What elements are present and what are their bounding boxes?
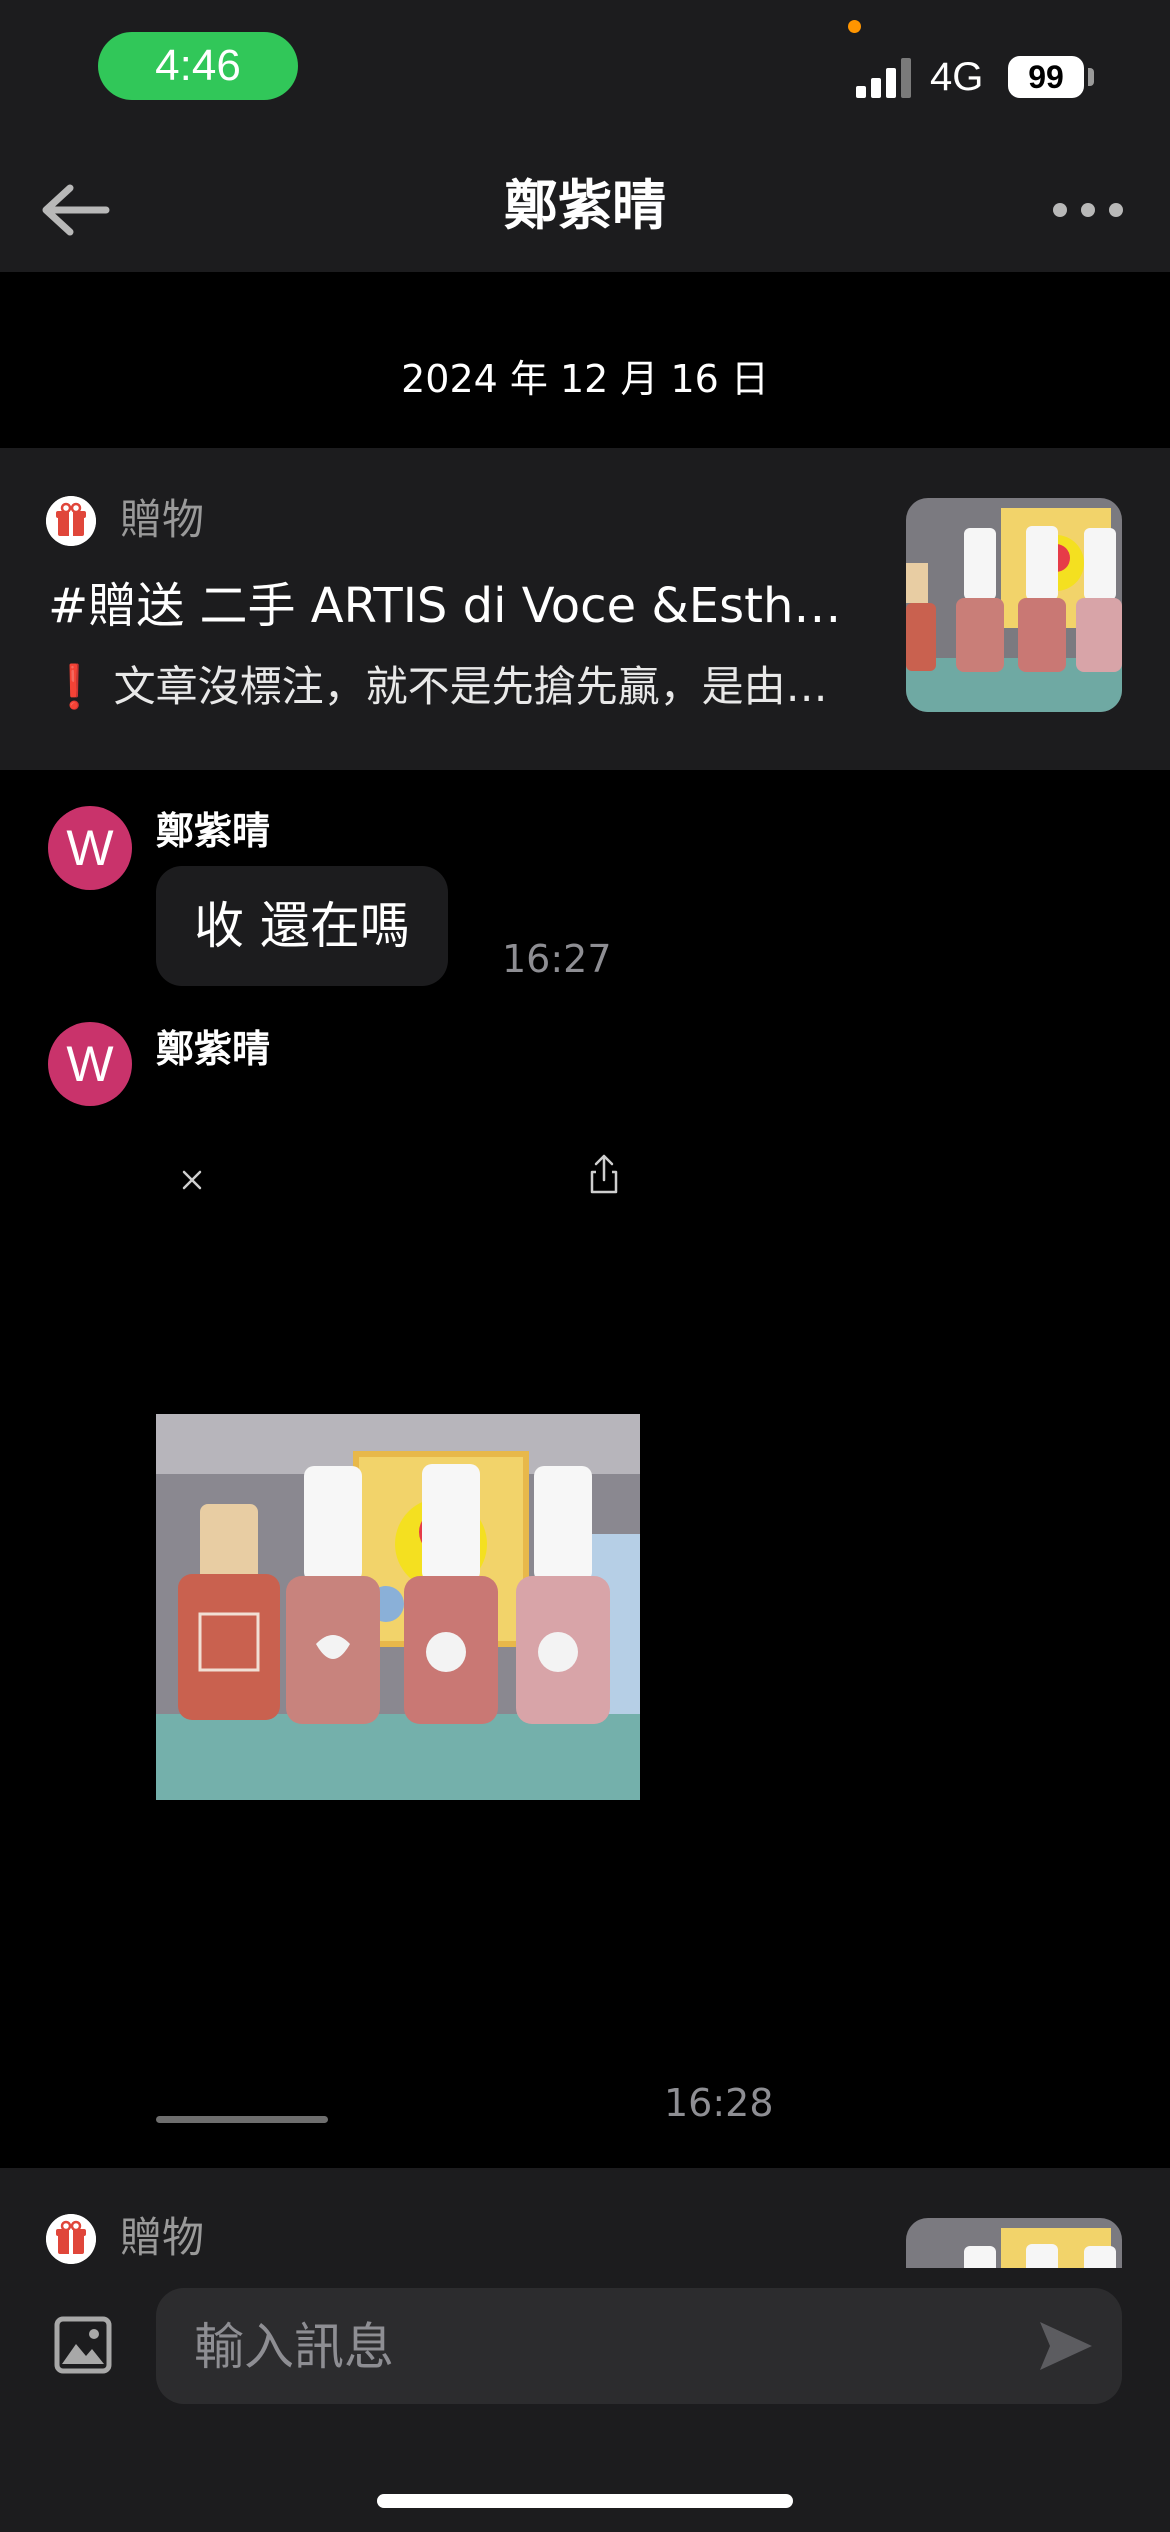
- nail-polish-photo[interactable]: [156, 1414, 640, 1800]
- battery-tip: [1088, 68, 1094, 86]
- message-time: 16:28: [664, 2081, 774, 2125]
- battery-icon: 99: [1008, 56, 1084, 98]
- nav-bar: 鄭紫晴: [0, 140, 1170, 274]
- image-message[interactable]: [156, 1108, 640, 2128]
- message-input[interactable]: [192, 2288, 1016, 2406]
- listing-thumbnail[interactable]: [906, 2218, 1122, 2268]
- send-icon[interactable]: [1036, 2318, 1096, 2374]
- listing-title: #贈送 二手 ARTIS di Voce &Esth…: [48, 578, 842, 634]
- message-bubble[interactable]: 收 還在嗎: [156, 866, 448, 986]
- sender-name: 鄭紫晴: [156, 809, 271, 853]
- date-separator: 2024 年 12 月 16 日: [0, 272, 1170, 448]
- listing-thumbnail[interactable]: [906, 498, 1122, 712]
- more-icon[interactable]: [1050, 192, 1126, 228]
- gift-icon: [46, 496, 96, 546]
- gift-icon: [46, 2214, 96, 2264]
- message-input-box[interactable]: [156, 2288, 1122, 2406]
- listing-card[interactable]: 贈物 #贈送 二手 ARTIS di Voce &Esth… ❗ 文章沒標注，就…: [0, 448, 1170, 770]
- page-title: 鄭紫晴: [504, 174, 666, 237]
- close-icon[interactable]: [172, 1160, 212, 1200]
- avatar[interactable]: W: [48, 1022, 132, 1106]
- listing-category: 贈物: [120, 495, 205, 544]
- date-label: 2024 年 12 月 16 日: [401, 357, 769, 401]
- signal-icon: [856, 58, 914, 98]
- privacy-indicator: [848, 20, 861, 33]
- message-composer: [0, 2268, 1170, 2532]
- listing-category: 贈物: [120, 2213, 205, 2262]
- message-time: 16:27: [502, 937, 612, 981]
- viewer-grabber[interactable]: [156, 2116, 328, 2123]
- listing-description: ❗ 文章沒標注，就不是先搶先贏，是由…: [48, 662, 828, 711]
- avatar[interactable]: W: [48, 806, 132, 890]
- listing-card-peek[interactable]: 贈物: [0, 2168, 1170, 2268]
- status-time: 4:46: [98, 32, 298, 100]
- share-icon[interactable]: [586, 1150, 622, 1198]
- sender-name: 鄭紫晴: [156, 1027, 271, 1071]
- home-indicator[interactable]: [377, 2494, 793, 2508]
- image-icon[interactable]: [54, 2316, 112, 2374]
- status-bar: 4:46 4G 99: [0, 0, 1170, 140]
- network-type: 4G: [930, 55, 984, 99]
